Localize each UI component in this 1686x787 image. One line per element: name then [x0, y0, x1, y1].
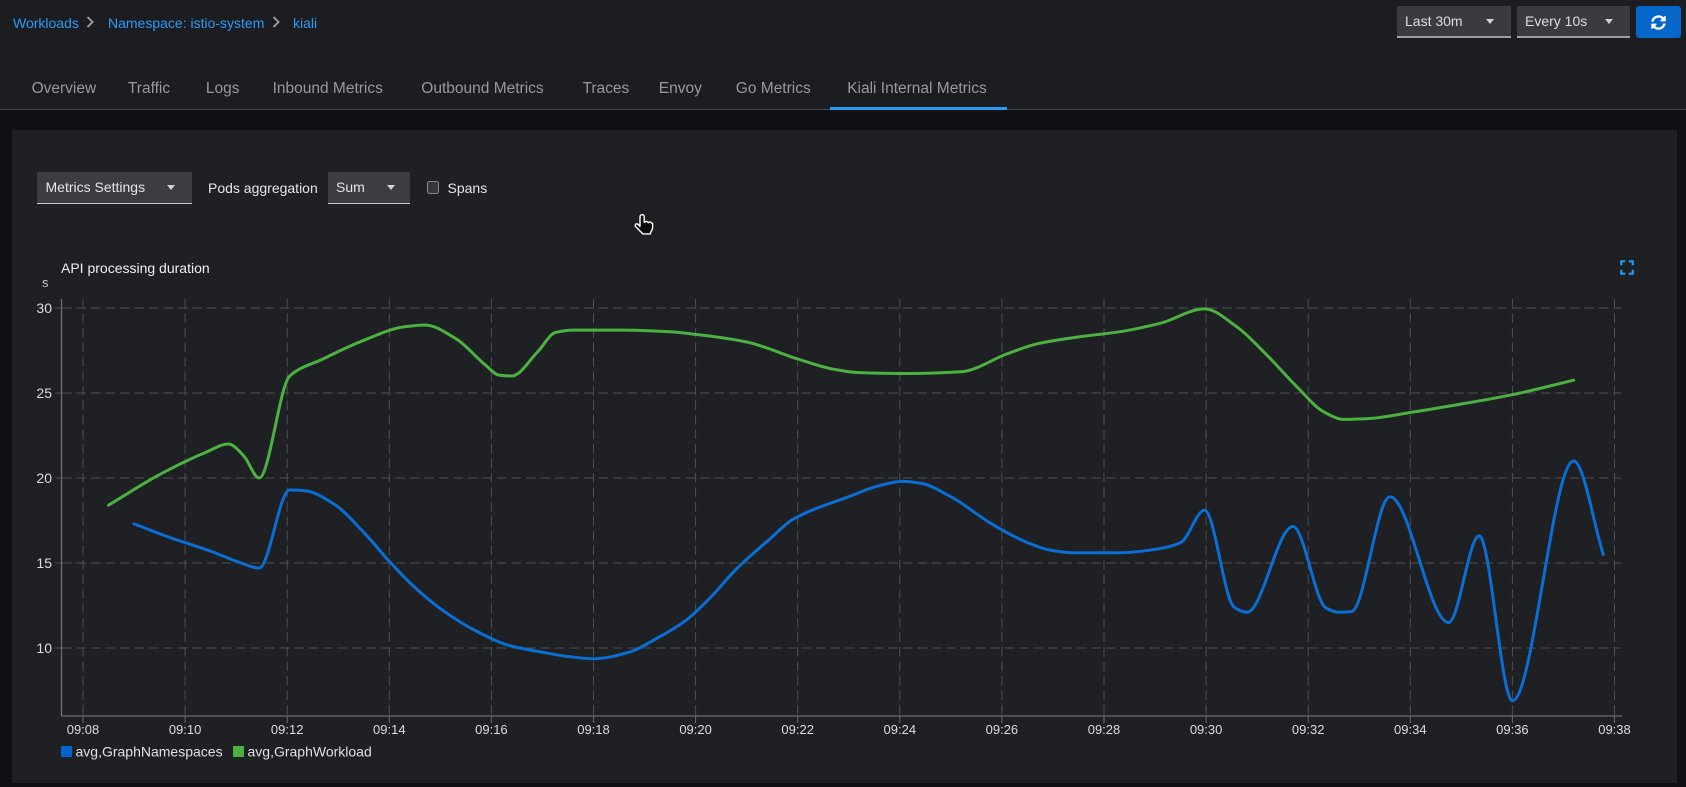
svg-text:09:10: 09:10 [169, 722, 202, 737]
svg-text:30: 30 [36, 300, 52, 316]
svg-text:25: 25 [36, 385, 52, 401]
svg-text:09:14: 09:14 [373, 722, 406, 737]
svg-text:09:28: 09:28 [1088, 722, 1121, 737]
svg-text:s: s [42, 275, 49, 290]
svg-text:avg,GraphWorkload: avg,GraphWorkload [248, 744, 372, 760]
svg-text:09:36: 09:36 [1496, 722, 1529, 737]
svg-text:09:30: 09:30 [1190, 722, 1223, 737]
svg-text:09:08: 09:08 [67, 722, 100, 737]
svg-text:09:26: 09:26 [986, 722, 1019, 737]
svg-text:09:20: 09:20 [679, 722, 712, 737]
svg-text:10: 10 [36, 640, 52, 656]
svg-text:API processing duration: API processing duration [61, 260, 210, 276]
svg-text:09:24: 09:24 [884, 722, 917, 737]
svg-text:09:38: 09:38 [1598, 722, 1631, 737]
svg-text:09:18: 09:18 [577, 722, 610, 737]
svg-text:09:12: 09:12 [271, 722, 304, 737]
svg-text:20: 20 [36, 470, 52, 486]
svg-text:09:16: 09:16 [475, 722, 508, 737]
svg-text:09:34: 09:34 [1394, 722, 1427, 737]
svg-text:09:22: 09:22 [781, 722, 814, 737]
svg-text:09:32: 09:32 [1292, 722, 1325, 737]
svg-text:15: 15 [36, 555, 52, 571]
svg-text:avg,GraphNamespaces: avg,GraphNamespaces [76, 744, 223, 760]
